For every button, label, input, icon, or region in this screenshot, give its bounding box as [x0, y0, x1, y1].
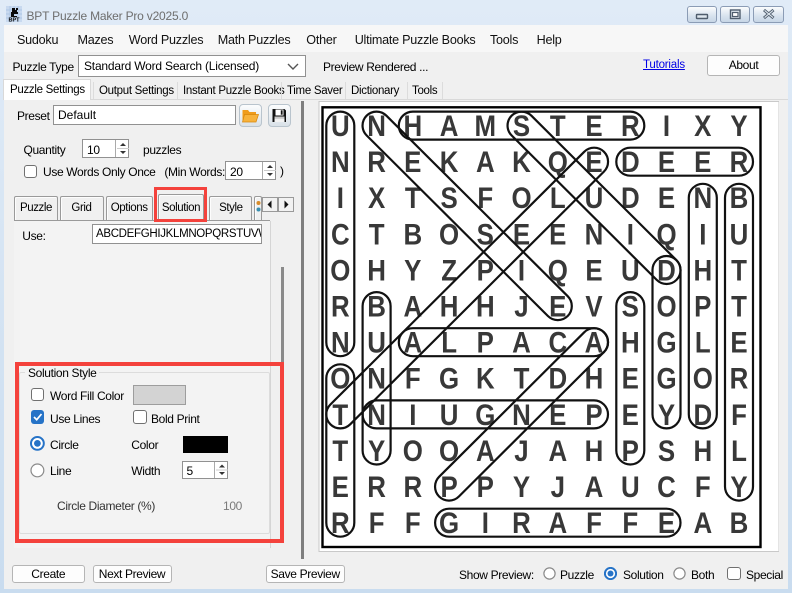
svg-text:T: T: [369, 217, 385, 250]
svg-text:S: S: [513, 109, 530, 142]
svg-text:R: R: [331, 289, 350, 322]
svg-text:S: S: [440, 181, 457, 214]
svg-text:E: E: [658, 181, 675, 214]
svg-text:I: I: [518, 253, 525, 286]
svg-text:F: F: [695, 470, 711, 503]
svg-text:K: K: [440, 145, 459, 178]
svg-text:H: H: [621, 326, 640, 359]
svg-text:Y: Y: [513, 470, 531, 503]
svg-text:BPT: BPT: [9, 18, 21, 23]
svg-text:U: U: [621, 470, 640, 503]
svg-text:N: N: [331, 145, 350, 178]
svg-text:K: K: [476, 362, 495, 395]
svg-text:Y: Y: [404, 253, 422, 286]
svg-text:T: T: [731, 253, 747, 286]
svg-text:L: L: [695, 326, 711, 359]
svg-text:J: J: [551, 470, 565, 503]
svg-text:S: S: [622, 289, 639, 322]
svg-text:E: E: [730, 326, 747, 359]
svg-text:A: A: [548, 506, 567, 539]
svg-text:S: S: [658, 434, 675, 467]
svg-text:D: D: [621, 181, 640, 214]
svg-text:F: F: [731, 398, 747, 431]
svg-text:O: O: [439, 434, 459, 467]
svg-text:Q: Q: [656, 217, 676, 250]
svg-text:H: H: [693, 253, 712, 286]
svg-text:A: A: [476, 145, 495, 178]
svg-text:G: G: [656, 362, 676, 395]
svg-text:F: F: [586, 506, 602, 539]
svg-text:A: A: [440, 109, 459, 142]
svg-text:P: P: [694, 289, 711, 322]
svg-text:E: E: [332, 470, 349, 503]
svg-text:E: E: [694, 145, 711, 178]
svg-text:Q: Q: [548, 253, 568, 286]
svg-text:I: I: [409, 398, 416, 431]
svg-text:C: C: [548, 326, 567, 359]
svg-text:I: I: [699, 217, 706, 250]
svg-text:M: M: [475, 109, 497, 142]
svg-text:V: V: [585, 289, 603, 322]
svg-text:E: E: [622, 362, 639, 395]
svg-text:T: T: [731, 289, 747, 322]
svg-text:P: P: [477, 326, 494, 359]
svg-text:E: E: [585, 253, 602, 286]
svg-text:I: I: [337, 181, 344, 214]
svg-text:T: T: [332, 434, 348, 467]
svg-text:E: E: [658, 145, 675, 178]
svg-text:U: U: [730, 217, 749, 250]
svg-text:E: E: [404, 145, 421, 178]
svg-text:A: A: [403, 289, 422, 322]
svg-text:F: F: [369, 506, 385, 539]
svg-text:G: G: [656, 326, 676, 359]
svg-text:U: U: [367, 326, 386, 359]
svg-text:E: E: [585, 109, 602, 142]
svg-text:C: C: [657, 470, 676, 503]
svg-text:R: R: [367, 470, 386, 503]
svg-text:C: C: [331, 217, 350, 250]
svg-text:O: O: [693, 362, 713, 395]
svg-text:X: X: [368, 181, 386, 214]
svg-text:H: H: [585, 434, 604, 467]
svg-text:B: B: [403, 217, 422, 250]
svg-text:R: R: [512, 506, 531, 539]
svg-text:B: B: [730, 506, 749, 539]
svg-text:I: I: [663, 109, 670, 142]
svg-text:X: X: [694, 109, 712, 142]
svg-text:O: O: [511, 181, 531, 214]
svg-text:H: H: [693, 434, 712, 467]
svg-text:O: O: [439, 217, 459, 250]
svg-text:I: I: [482, 506, 489, 539]
svg-text:U: U: [440, 398, 459, 431]
svg-text:E: E: [622, 398, 639, 431]
svg-text:L: L: [731, 434, 747, 467]
svg-text:F: F: [622, 506, 638, 539]
svg-text:H: H: [367, 253, 386, 286]
svg-text:A: A: [512, 326, 531, 359]
svg-text:R: R: [730, 362, 749, 395]
svg-text:R: R: [403, 470, 422, 503]
svg-text:A: A: [585, 470, 604, 503]
svg-text:G: G: [475, 398, 495, 431]
svg-text:G: G: [439, 362, 459, 395]
svg-text:A: A: [548, 434, 567, 467]
svg-text:A: A: [693, 506, 712, 539]
svg-text:O: O: [403, 434, 423, 467]
svg-text:F: F: [405, 506, 421, 539]
svg-text:O: O: [656, 289, 676, 322]
svg-text:I: I: [627, 217, 634, 250]
svg-text:Y: Y: [730, 109, 748, 142]
svg-text:O: O: [330, 253, 350, 286]
